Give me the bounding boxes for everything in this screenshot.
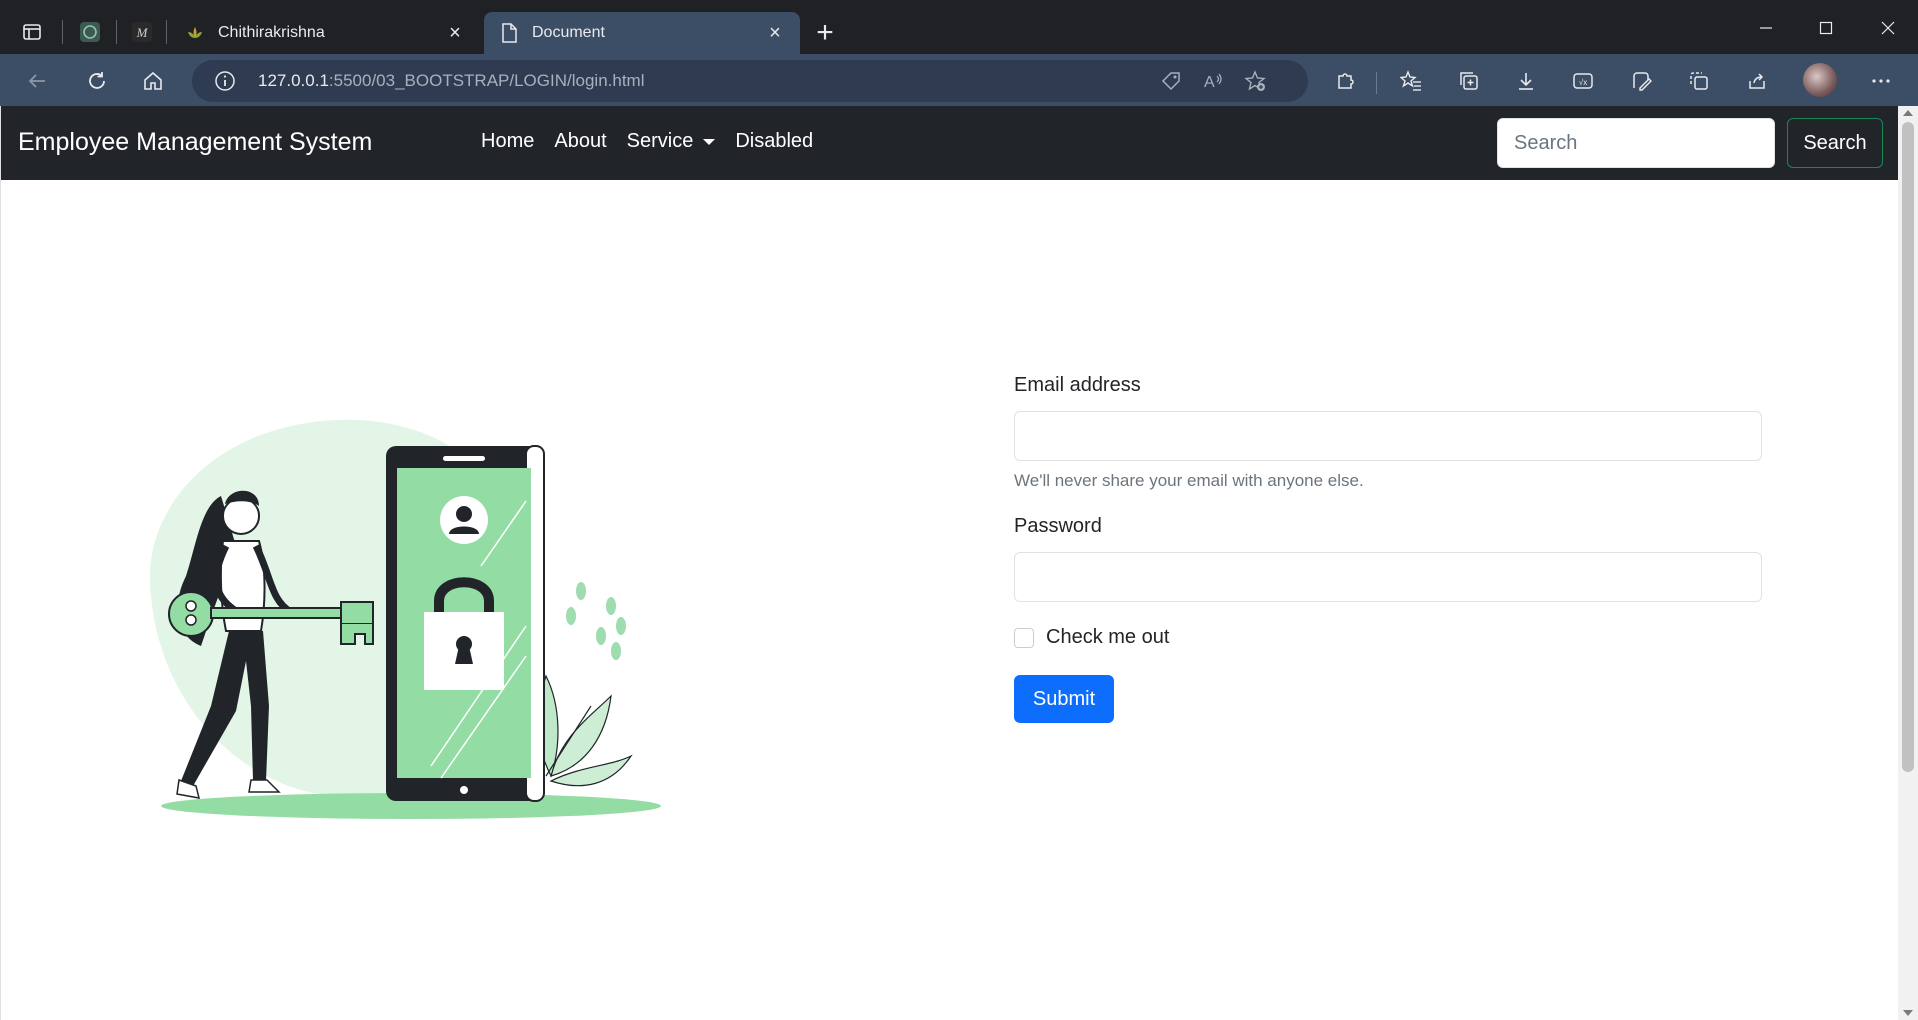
password-input[interactable] — [1014, 552, 1762, 602]
back-icon[interactable] — [18, 62, 56, 100]
copilot-icon[interactable] — [1622, 62, 1660, 100]
extensions-icon[interactable] — [1326, 62, 1364, 100]
page-viewport: Employee Management System Home About Se… — [0, 106, 1898, 1020]
tab-document[interactable]: Document × — [484, 12, 800, 54]
svg-text:M: M — [136, 25, 149, 40]
screenshot-icon[interactable] — [1680, 62, 1718, 100]
svg-text:√x: √x — [1579, 78, 1587, 87]
email-label: Email address — [1014, 374, 1141, 396]
tab-title: Document — [532, 24, 605, 41]
m-icon[interactable]: M — [124, 14, 160, 50]
login-illustration — [149, 419, 661, 819]
url-text: 127.0.0.1:5500/03_BOOTSTRAP/LOGIN/login.… — [258, 71, 645, 91]
scroll-up-arrow-icon[interactable] — [1903, 110, 1913, 116]
more-icon[interactable] — [1862, 62, 1900, 100]
collections-icon[interactable] — [1450, 62, 1488, 100]
scroll-thumb[interactable] — [1902, 122, 1914, 772]
url-path: :5500/03_BOOTSTRAP/LOGIN/login.html — [328, 71, 645, 90]
close-icon[interactable]: × — [764, 22, 786, 44]
address-bar[interactable]: 127.0.0.1:5500/03_BOOTSTRAP/LOGIN/login.… — [192, 60, 1308, 102]
refresh-icon[interactable] — [78, 62, 116, 100]
nav-dropdown-service[interactable]: Service — [617, 130, 726, 153]
svg-text:A: A — [1204, 74, 1215, 91]
login-form: Email address We'll never share your ema… — [1014, 374, 1762, 723]
nav-link-about[interactable]: About — [544, 130, 616, 153]
scroll-down-arrow-icon[interactable] — [1903, 1010, 1913, 1016]
caret-down-icon — [703, 138, 716, 145]
read-aloud-icon[interactable]: A — [1202, 70, 1224, 97]
phone — [386, 445, 545, 802]
submit-button[interactable]: Submit — [1014, 675, 1114, 723]
tab-chithirakrishna[interactable]: Chithirakrishna × — [170, 12, 480, 54]
share-icon[interactable] — [1738, 62, 1776, 100]
favorites-icon[interactable] — [1392, 62, 1430, 100]
small-leaves — [566, 582, 626, 660]
email-help-text: We'll never share your email with anyone… — [1014, 471, 1364, 490]
plant — [535, 674, 633, 787]
tab-strip: M Chithirakrishna × Document × + — [0, 0, 1918, 54]
tag-icon[interactable] — [1160, 70, 1182, 97]
browser-toolbar: 127.0.0.1:5500/03_BOOTSTRAP/LOGIN/login.… — [0, 54, 1918, 106]
check-me-out-row: Check me out — [1014, 626, 1762, 649]
check-me-out-label[interactable]: Check me out — [1046, 626, 1169, 649]
tab-actions-icon[interactable] — [14, 14, 50, 50]
search-input[interactable] — [1497, 118, 1775, 168]
profile-avatar[interactable] — [1803, 63, 1837, 97]
maximize-icon[interactable] — [1796, 8, 1856, 48]
new-tab-icon[interactable]: + — [808, 16, 842, 50]
home-icon[interactable] — [134, 62, 172, 100]
nav-link-disabled[interactable]: Disabled — [725, 130, 823, 153]
math-solver-icon[interactable]: √x — [1564, 62, 1602, 100]
nav-dropdown-label: Service — [626, 130, 694, 152]
check-me-out-checkbox[interactable] — [1014, 627, 1034, 648]
nav-link-home[interactable]: Home — [481, 130, 544, 153]
minimize-icon[interactable] — [1736, 8, 1796, 48]
navbar-brand[interactable]: Employee Management System — [18, 128, 372, 157]
tab-title: Chithirakrishna — [218, 24, 325, 41]
chatgpt-icon[interactable] — [72, 14, 108, 50]
nav-links: Home About Service Disabled — [481, 130, 823, 153]
page-scrollbar[interactable] — [1898, 106, 1918, 1020]
window-close-icon[interactable] — [1858, 8, 1918, 48]
document-icon — [498, 22, 520, 44]
add-favorite-icon[interactable] — [1244, 70, 1266, 97]
lotus-icon — [184, 22, 206, 44]
navbar: Employee Management System Home About Se… — [1, 106, 1898, 180]
downloads-icon[interactable] — [1507, 62, 1545, 100]
search-button[interactable]: Search — [1787, 118, 1883, 168]
email-input[interactable] — [1014, 411, 1762, 461]
url-host: 127.0.0.1 — [258, 71, 329, 90]
info-icon[interactable] — [214, 70, 236, 97]
password-label: Password — [1014, 515, 1102, 537]
close-icon[interactable]: × — [444, 22, 466, 44]
